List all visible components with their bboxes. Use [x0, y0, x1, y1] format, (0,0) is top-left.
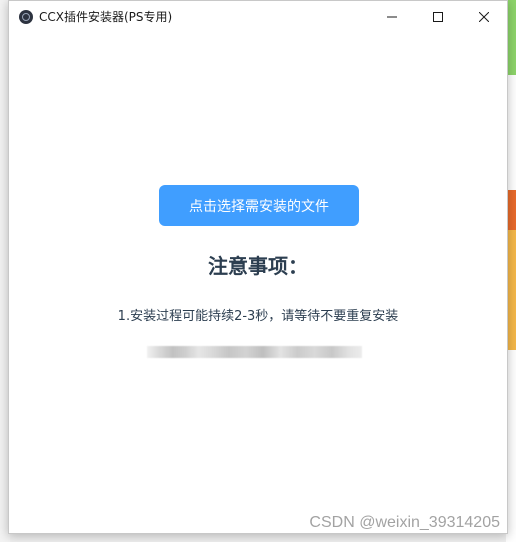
blurred-text	[147, 346, 362, 358]
select-file-button[interactable]: 点击选择需安装的文件	[159, 185, 359, 226]
window-title: CCX插件安装器(PS专用)	[39, 10, 173, 24]
watermark: CSDN @weixin_39314205	[309, 514, 500, 531]
minimize-button[interactable]	[369, 1, 415, 32]
close-button[interactable]	[461, 1, 507, 32]
notice-item: 1.安装过程可能持续2-3秒，请等待不要重复安装	[117, 309, 399, 324]
installer-window: CCX插件安装器(PS专用) 点击选择需安装的文件 注意事项： 1.安装过程可能…	[8, 0, 508, 534]
maximize-button[interactable]	[415, 1, 461, 32]
notice-title: 注意事项：	[208, 254, 308, 278]
minimize-icon	[387, 16, 397, 17]
close-icon	[479, 11, 489, 22]
title-bar[interactable]: CCX插件安装器(PS专用)	[9, 1, 507, 32]
window-controls	[369, 1, 507, 32]
app-icon	[19, 9, 33, 24]
maximize-icon	[433, 11, 443, 22]
main-content: 点击选择需安装的文件 注意事项： 1.安装过程可能持续2-3秒，请等待不要重复安…	[9, 32, 507, 535]
